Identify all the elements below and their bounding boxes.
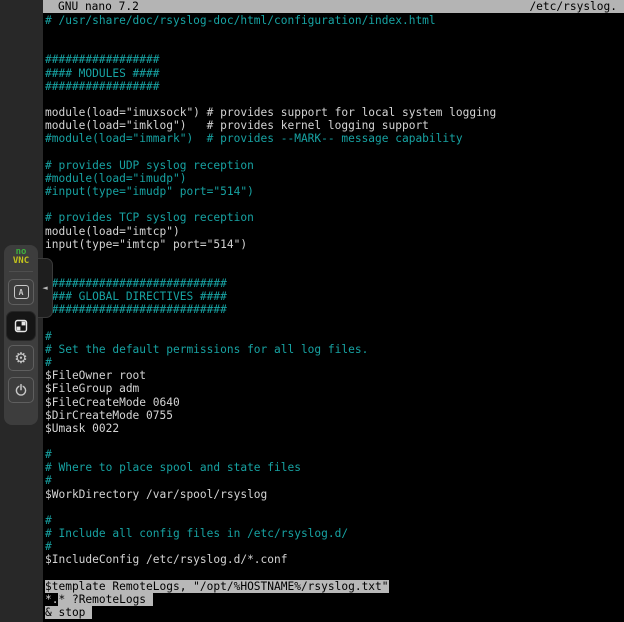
editor-line	[45, 435, 496, 448]
editor-line: $DirCreateMode 0755	[45, 409, 496, 422]
editor-line: $FileGroup adm	[45, 382, 496, 395]
editor-line: input(type="imtcp" port="514")	[45, 238, 496, 251]
editor-line: module(load="imuxsock") # provides suppo…	[45, 106, 496, 119]
editor-line: & stop	[45, 606, 496, 619]
gear-icon: ⚙	[14, 351, 27, 366]
editor-line: #	[45, 474, 496, 487]
editor-line: #	[45, 540, 496, 553]
editor-line: ###########################	[45, 277, 496, 290]
editor-line: $Umask 0022	[45, 422, 496, 435]
collapse-arrow-icon: ◄	[42, 285, 47, 292]
fullscreen-icon	[14, 319, 28, 333]
editor-line: #################	[45, 80, 496, 93]
editor-line: # Where to place spool and state files	[45, 461, 496, 474]
nano-titlebar: GNU nano 7.2 /etc/rsyslog.	[43, 0, 624, 13]
editor-line: #	[45, 448, 496, 461]
editor-line: module(load="imtcp")	[45, 225, 496, 238]
editor-line	[45, 146, 496, 159]
power-icon	[14, 383, 28, 397]
editor-line	[45, 251, 496, 264]
settings-button[interactable]: ⚙	[8, 345, 34, 371]
editor-line: #### MODULES ####	[45, 67, 496, 80]
editor-line: # provides UDP syslog reception	[45, 159, 496, 172]
editor-line: $FileOwner root	[45, 369, 496, 382]
fullscreen-button[interactable]	[6, 311, 36, 341]
editor-line: ###########################	[45, 303, 496, 316]
editor-line	[45, 317, 496, 330]
keyboard-icon: A	[14, 285, 29, 299]
panel-collapse-handle[interactable]: ◄	[38, 258, 53, 318]
editor-line: #### GLOBAL DIRECTIVES ####	[45, 290, 496, 303]
disconnect-button[interactable]	[8, 377, 34, 403]
nano-app-title: GNU nano 7.2	[58, 0, 139, 13]
editor-line: # Set the default permissions for all lo…	[45, 343, 496, 356]
editor-line: #	[45, 330, 496, 343]
editor-line	[45, 93, 496, 106]
terminal[interactable]: GNU nano 7.2 /etc/rsyslog. # /usr/share/…	[43, 0, 624, 622]
novnc-control-panel: no VNC A ⚙	[4, 245, 38, 425]
novnc-logo-vnc: VNC	[13, 257, 29, 266]
editor-line	[45, 567, 496, 580]
editor-line: #input(type="imudp" port="514")	[45, 185, 496, 198]
keyboard-button[interactable]: A	[8, 279, 34, 305]
editor-line	[45, 264, 496, 277]
editor-line: $template RemoteLogs, "/opt/%HOSTNAME%/r…	[45, 580, 496, 593]
nano-file-path: /etc/rsyslog.	[529, 0, 617, 13]
editor-line: # provides TCP syslog reception	[45, 211, 496, 224]
editor-line: #	[45, 514, 496, 527]
editor-line: *.* ?RemoteLogs	[45, 593, 496, 606]
editor-line	[45, 501, 496, 514]
editor-line: #module(load="immark") # provides --MARK…	[45, 132, 496, 145]
novnc-logo: no VNC	[13, 248, 29, 266]
editor-line: #module(load="imudp")	[45, 172, 496, 185]
panel-divider	[9, 271, 33, 272]
editor-line: # Include all config files in /etc/rsysl…	[45, 527, 496, 540]
editor-line	[45, 40, 496, 53]
editor-line: $FileCreateMode 0640	[45, 396, 496, 409]
editor-line	[45, 27, 496, 40]
editor-line: $IncludeConfig /etc/rsyslog.d/*.conf	[45, 553, 496, 566]
editor-line: # /usr/share/doc/rsyslog-doc/html/config…	[45, 14, 496, 27]
editor-line: module(load="imklog") # provides kernel …	[45, 119, 496, 132]
editor-line: $WorkDirectory /var/spool/rsyslog	[45, 488, 496, 501]
editor-line: #################	[45, 53, 496, 66]
editor-text: # /usr/share/doc/rsyslog-doc/html/config…	[45, 14, 496, 619]
editor-line: #	[45, 356, 496, 369]
editor-line	[45, 198, 496, 211]
